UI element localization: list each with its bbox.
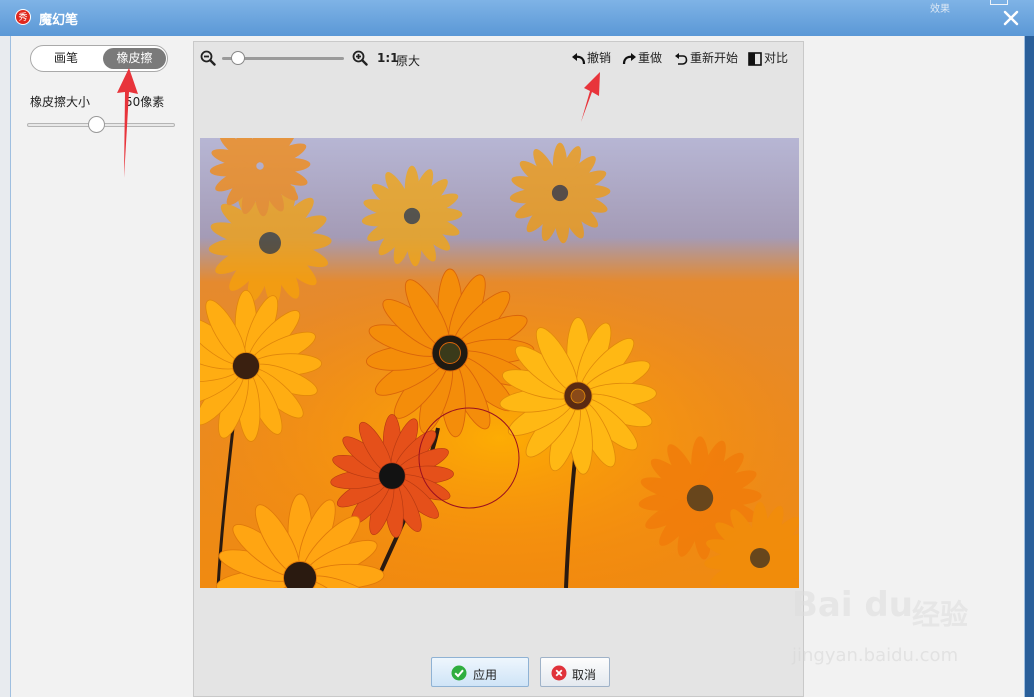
annotation-arrow-eraser: [117, 68, 138, 178]
apply-button[interactable]: 应用: [431, 657, 529, 687]
watermark-cn: 经验: [912, 598, 969, 631]
cancel-button[interactable]: 取消: [540, 657, 610, 687]
cancel-label: 取消: [572, 668, 597, 682]
compare-button[interactable]: 对比: [748, 50, 792, 67]
baidu-watermark: Bai du 经验 jingyan.baidu.com: [792, 585, 992, 675]
flowers-photo: [200, 138, 799, 588]
zoom-slider-thumb[interactable]: [231, 51, 245, 65]
original-size-label[interactable]: 原大: [396, 52, 420, 69]
undo-icon: [572, 53, 586, 65]
undo-label: 撤销: [587, 51, 612, 65]
eraser-size-slider-thumb[interactable]: [88, 116, 105, 133]
redo-label: 重做: [638, 51, 663, 65]
restart-label: 重新开始: [690, 51, 739, 65]
background-window-text: 效果: [930, 4, 950, 15]
close-icon: [1003, 10, 1019, 26]
check-icon: [451, 665, 467, 681]
zoom-in-button[interactable]: [352, 50, 368, 66]
app-logo-icon: 秀: [15, 9, 31, 25]
zoom-in-icon: [352, 50, 368, 66]
photo-canvas[interactable]: [200, 138, 799, 588]
close-button[interactable]: [999, 6, 1023, 30]
window-title: 魔幻笔: [39, 13, 79, 28]
annotation-arrow-undo: [581, 72, 600, 122]
compare-label: 对比: [764, 51, 789, 65]
mode-pen-button[interactable]: 画笔: [31, 46, 101, 71]
watermark-logo: Bai du: [792, 585, 913, 625]
zoom-out-icon: [200, 50, 216, 66]
restart-icon: [675, 53, 688, 65]
eraser-size-label: 橡皮擦大小: [30, 95, 91, 109]
background-window-edge: [1025, 36, 1034, 697]
background-window-icon: [990, 0, 1008, 5]
zoom-out-button[interactable]: [200, 50, 216, 66]
restart-button[interactable]: 重新开始: [674, 50, 740, 67]
redo-icon: [622, 53, 636, 65]
cancel-x-icon: [551, 665, 567, 681]
mode-toggle: 画笔 橡皮擦: [30, 45, 168, 72]
watermark-url: jingyan.baidu.com: [792, 645, 959, 666]
title-bar: 秀 魔幻笔 效果: [0, 0, 1034, 36]
compare-icon: [748, 52, 762, 66]
apply-label: 应用: [473, 668, 498, 682]
redo-button[interactable]: 重做: [622, 50, 666, 67]
undo-button[interactable]: 撤销: [571, 50, 615, 67]
